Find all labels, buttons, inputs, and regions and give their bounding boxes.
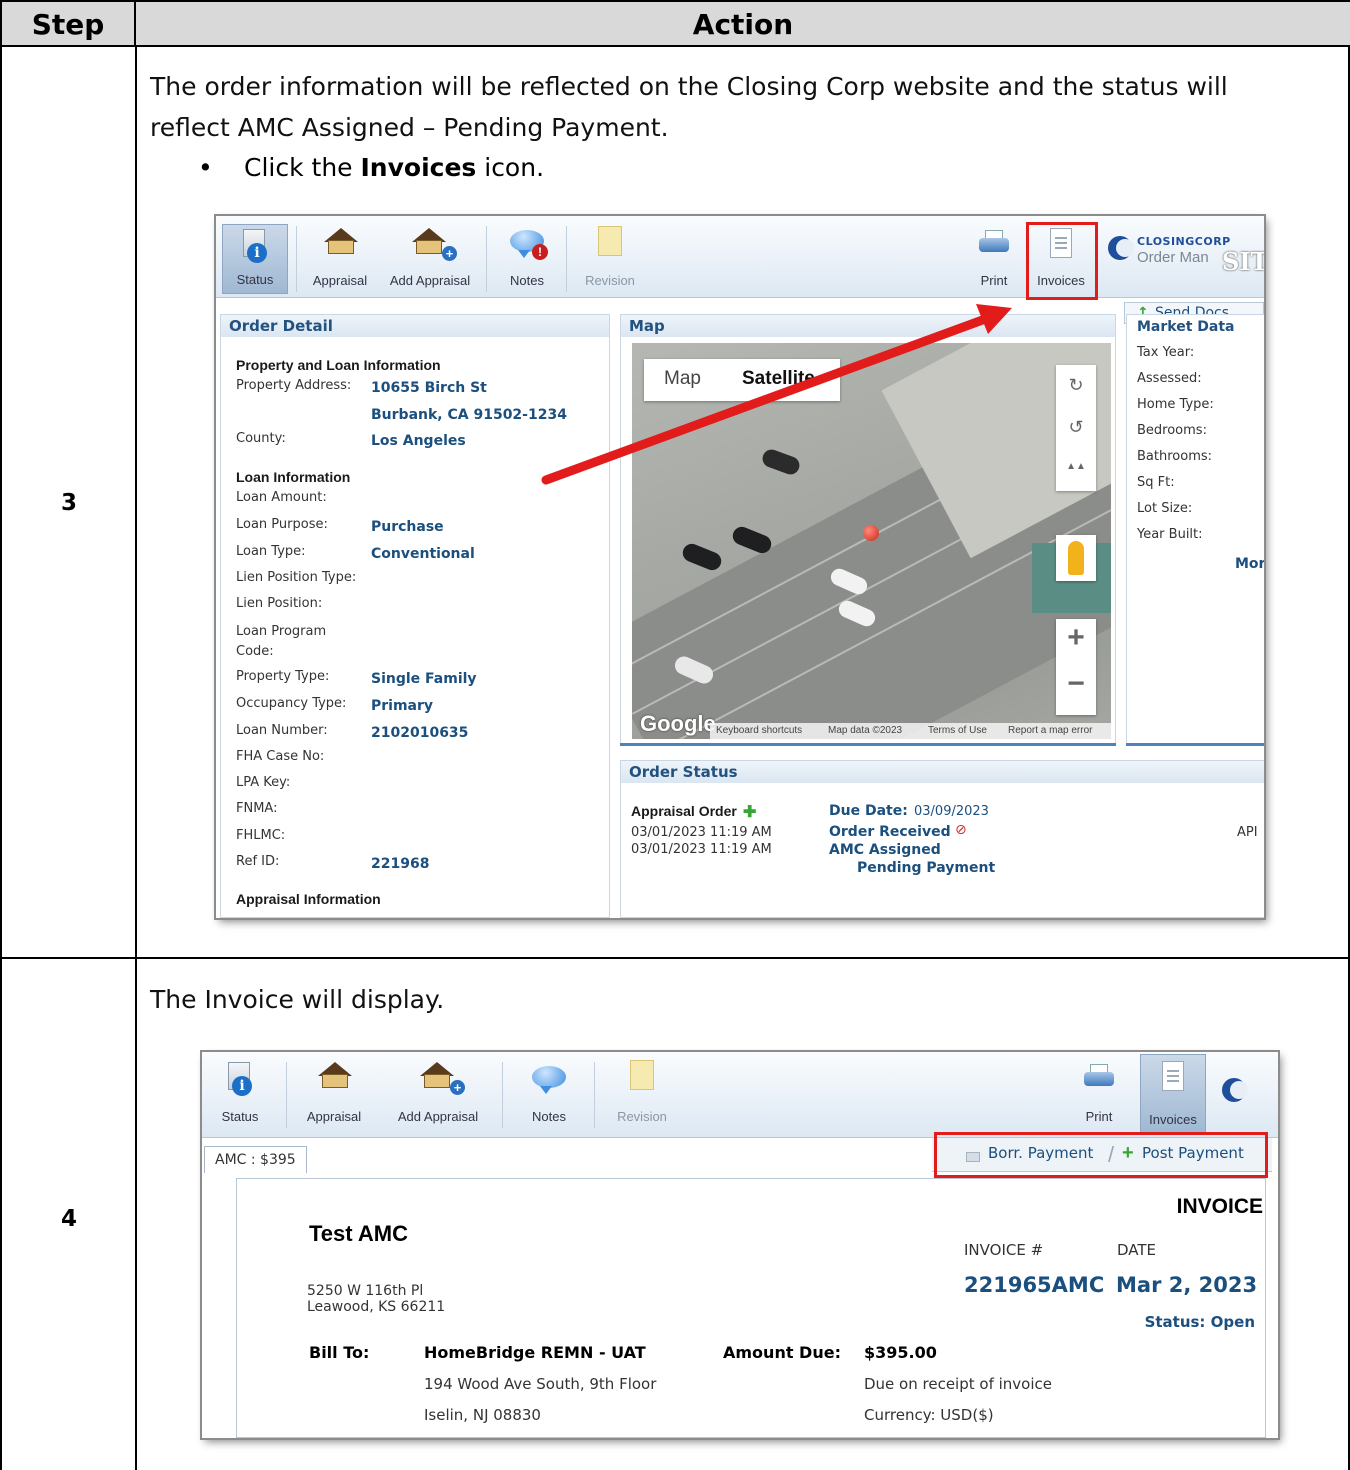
table-header: Step Action (2, 0, 1350, 47)
invoice-status: Status: Open (1144, 1313, 1255, 1331)
step-number: 4 (60, 1206, 77, 1232)
invoice-number: 221965AMC (964, 1273, 1105, 1297)
invoice-date-label: DATE (1117, 1241, 1157, 1259)
note-icon (630, 1060, 654, 1090)
invoice-date: Mar 2, 2023 (1116, 1273, 1258, 1297)
invoice-icon (1162, 1061, 1184, 1091)
speech-bubble-icon (532, 1066, 566, 1088)
bullet-marker: • (198, 153, 213, 182)
invoice-number-label: INVOICE # (964, 1241, 1044, 1259)
company-address-line2: Leawood, KS 66211 (307, 1299, 446, 1315)
printer-icon (1084, 1064, 1114, 1090)
step-column-header: Step (2, 2, 136, 47)
status-label: Status (221, 1109, 259, 1124)
invoices-label: Invoices (1149, 1112, 1197, 1127)
bill-to-address-line1: 194 Wood Ave South, 9th Floor (424, 1375, 657, 1393)
toolbar: i Status Appraisal + Add Appraisal Notes… (202, 1052, 1278, 1138)
appraisal-label: Appraisal (306, 1109, 362, 1124)
notes-label: Notes (532, 1109, 566, 1124)
row-divider (2, 957, 1350, 959)
print-label: Print (1085, 1109, 1113, 1124)
payment-terms: Due on receipt of invoice (864, 1375, 1052, 1393)
invoice-heading: INVOICE (1176, 1195, 1263, 1218)
step-text-line: reflect AMC Assigned – Pending Payment. (150, 113, 669, 142)
bill-to-name: HomeBridge REMN - UAT (424, 1343, 646, 1362)
status-button[interactable]: i Status (210, 1058, 270, 1130)
bill-to-label: Bill To: (309, 1343, 370, 1362)
plus-icon: + (450, 1080, 465, 1095)
add-appraisal-label: Add Appraisal (397, 1109, 479, 1124)
currency: Currency: USD($) (864, 1406, 994, 1424)
invoices-button[interactable]: Invoices (1140, 1054, 1206, 1134)
invoice-document: INVOICE Test AMC INVOICE # DATE 5250 W 1… (236, 1178, 1266, 1438)
toolbar-separator (594, 1062, 595, 1128)
house-icon (314, 1062, 354, 1090)
speech-tail-icon (540, 1086, 552, 1094)
amc-invoice-tab[interactable]: AMC : $395 (204, 1146, 307, 1173)
toolbar-separator (286, 1062, 287, 1128)
company-address-line1: 5250 W 116th Pl (307, 1283, 424, 1299)
invoice-screenshot: i Status Appraisal + Add Appraisal Notes… (202, 1052, 1278, 1438)
step-text-line: The Invoice will display. (150, 985, 445, 1014)
amount-due-label: Amount Due: (723, 1343, 841, 1362)
company-name: Test AMC (309, 1221, 408, 1246)
step-number: 3 (60, 490, 77, 516)
order-screenshot: i Status Appraisal + Add Appraisal ! Not… (216, 216, 1264, 918)
bullet-text-post: icon. (476, 153, 545, 182)
add-appraisal-button[interactable]: + Add Appraisal (388, 1058, 488, 1130)
bullet-text-pre: Click the (244, 153, 361, 182)
bill-to-address-line2: Iselin, NJ 08830 (424, 1406, 541, 1424)
info-icon: i (232, 1076, 252, 1096)
print-button[interactable]: Print (1070, 1058, 1128, 1130)
payment-highlight-box (934, 1132, 1268, 1178)
bullet-text-bold: Invoices (360, 153, 477, 182)
revision-button[interactable]: Revision (606, 1058, 678, 1130)
appraisal-button[interactable]: Appraisal (298, 1058, 370, 1130)
toolbar-separator (502, 1062, 503, 1128)
closingcorp-logo-icon (1222, 1078, 1248, 1102)
bullet-instruction: Click the Invoices icon. (244, 150, 544, 186)
revision-label: Revision (617, 1109, 667, 1124)
pointer-arrow-icon (541, 304, 1012, 485)
step-text-line: The order information will be reflected … (150, 72, 1228, 101)
column-divider (135, 47, 137, 1470)
action-column-header: Action (692, 8, 794, 41)
amount-due-value: $395.00 (864, 1343, 937, 1362)
notes-button[interactable]: Notes (516, 1058, 582, 1130)
